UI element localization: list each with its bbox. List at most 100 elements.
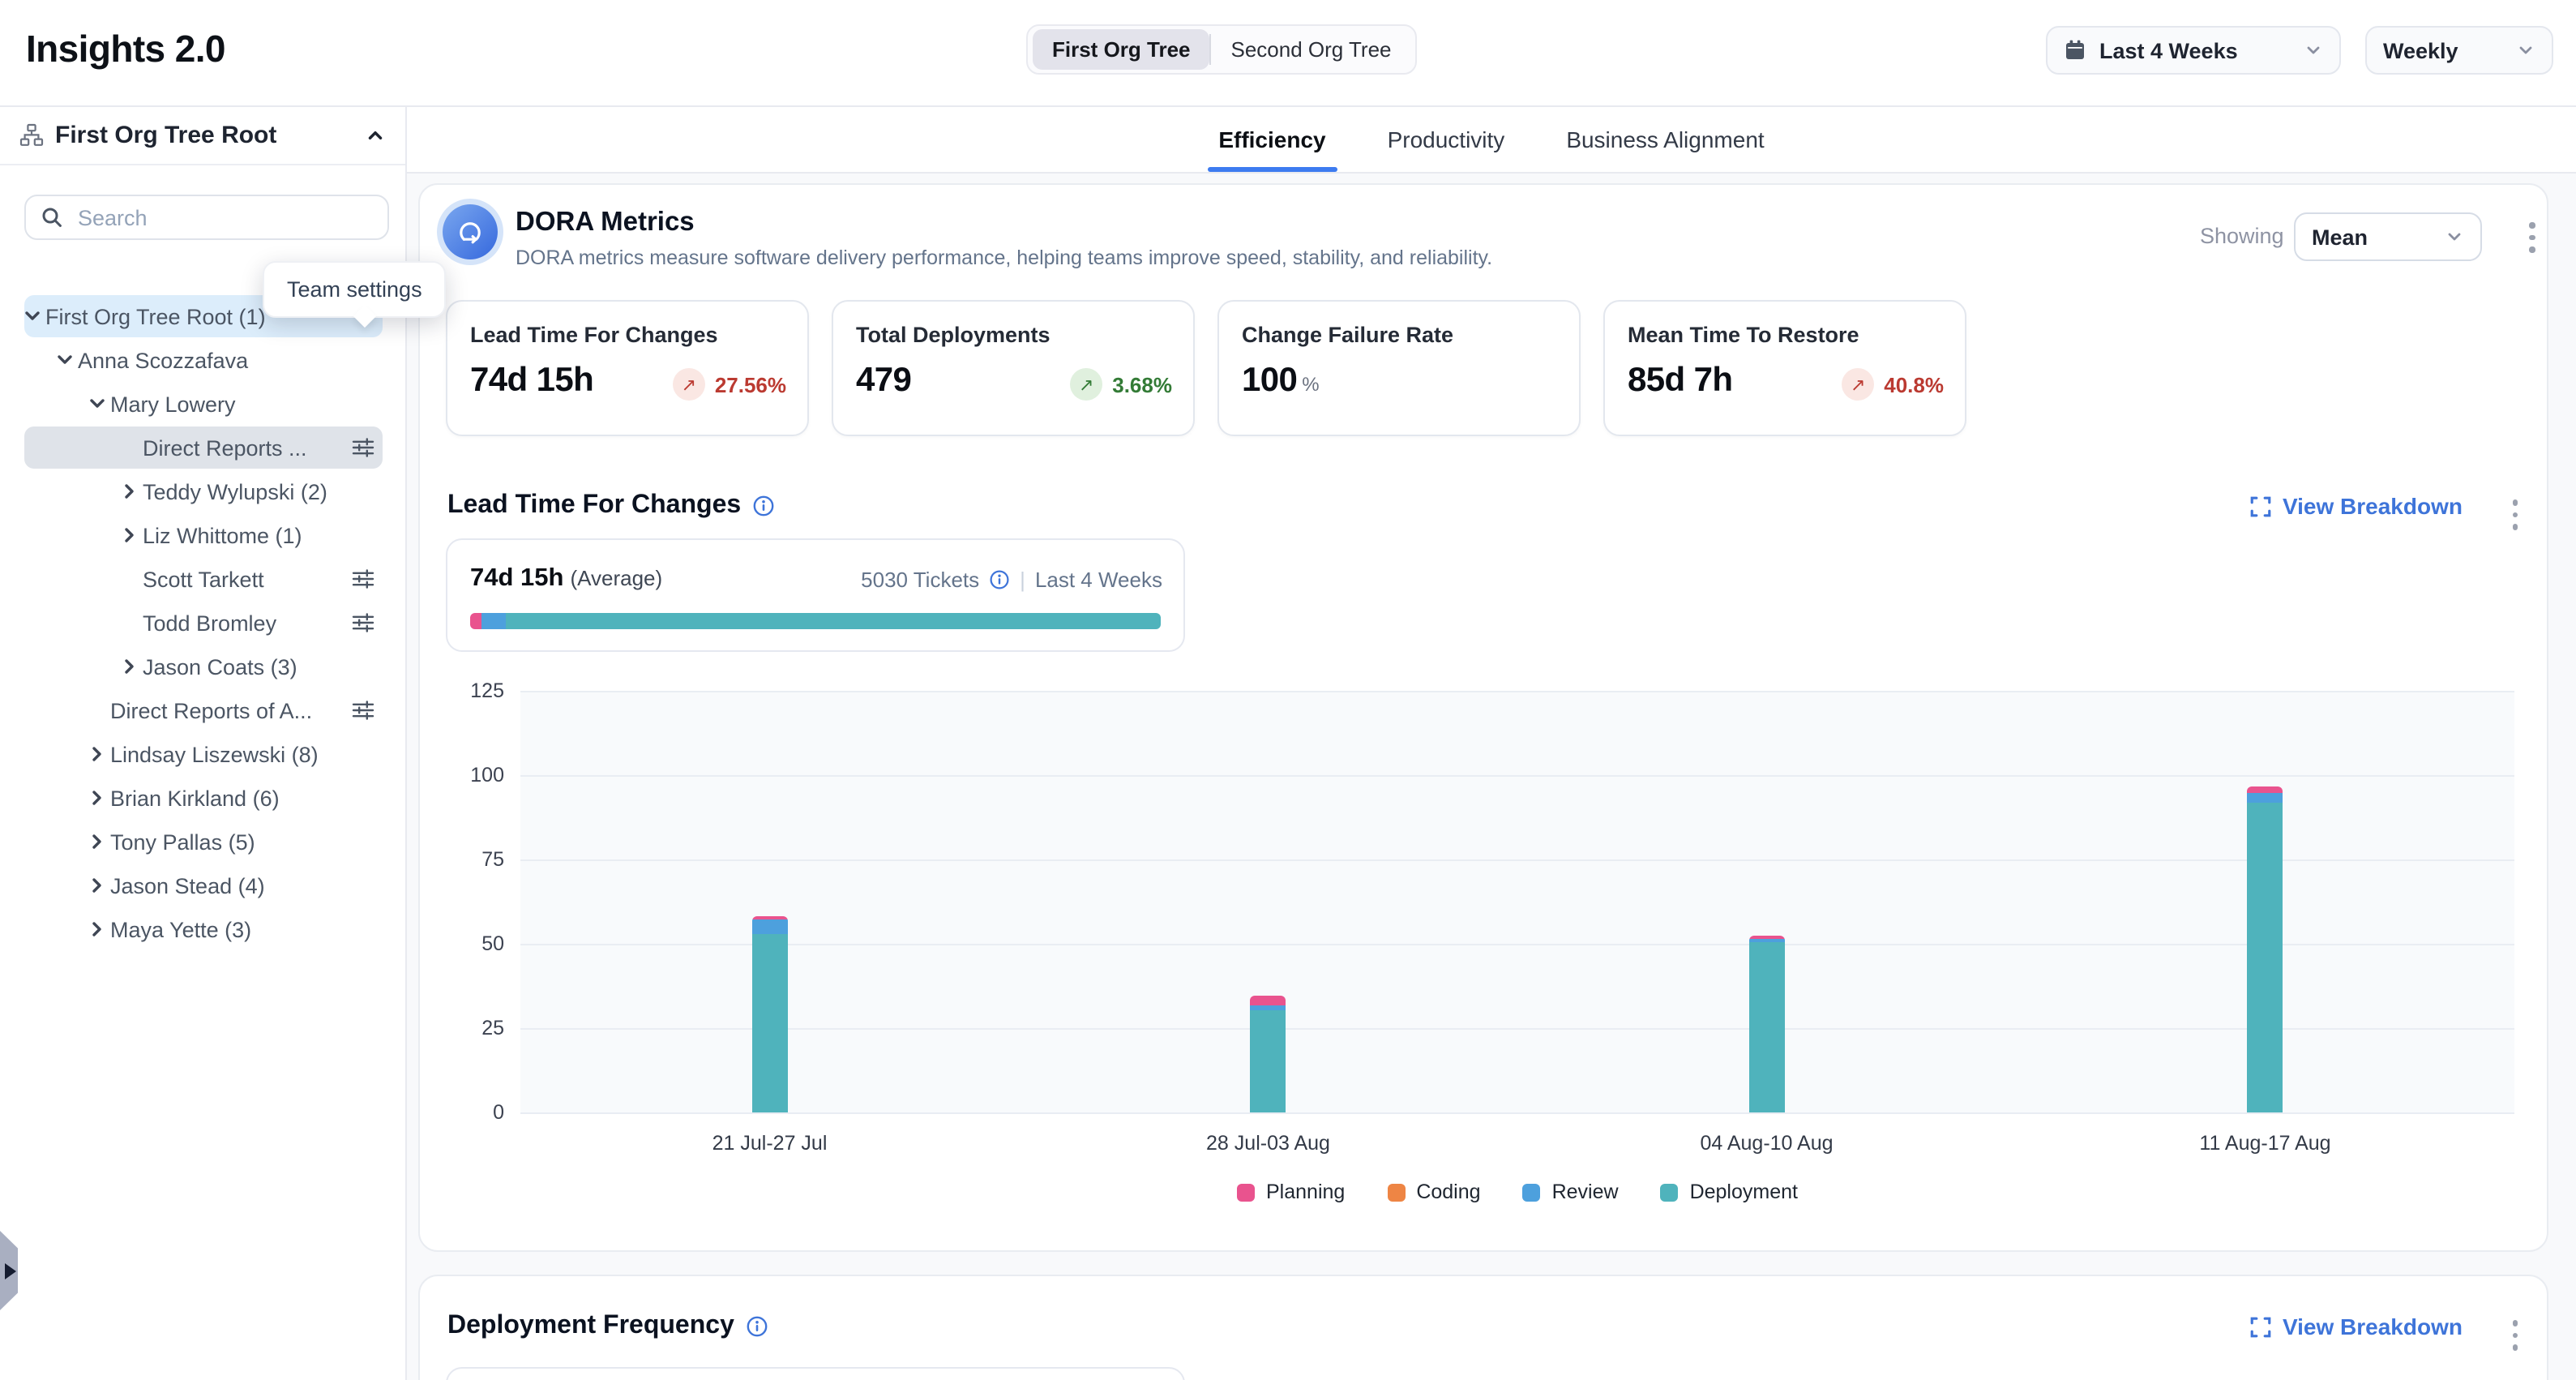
section-title-text: Lead Time For Changes [447,491,741,521]
chevron-right-icon[interactable] [118,480,141,503]
tree-item-direct-reports[interactable]: Direct Reports ... [0,426,405,470]
lead-time-chart [520,691,2514,1112]
chevron-right-icon[interactable] [86,918,109,941]
tree-item-label: Lindsay Liszewski (8) [110,742,319,766]
deployment-view-breakdown-button[interactable]: View Breakdown [2250,1314,2463,1339]
org-toggle-option-second-org-tree[interactable]: Second Org Tree [1212,29,1411,70]
tree-item-label: Scott Tarkett [143,567,264,591]
tickets-count: 5030 Tickets [861,568,979,592]
metric-card-change-failure-rate: Change Failure Rate100% [1217,300,1581,436]
chevron-right-icon[interactable] [86,874,109,897]
distribution-segment-deployment [506,613,1161,629]
tab-business-alignment[interactable]: Business Alignment [1566,105,1764,172]
org-tree-toggle[interactable]: First Org TreeSecond Org Tree [1026,24,1418,75]
tree-item-jason-coats-3[interactable]: Jason Coats (3) [0,645,405,689]
legend-item-deployment[interactable]: Deployment [1661,1181,1798,1203]
bar-segment-deployment [2248,802,2283,1112]
info-icon[interactable] [989,569,1010,590]
chevron-down-icon[interactable] [86,392,109,415]
metric-title: Mean Time To Restore [1628,323,1859,347]
tree-item-maya-yette-3[interactable]: Maya Yette (3) [0,908,405,952]
tree-item-scott-tarkett[interactable]: Scott Tarkett [0,558,405,602]
granularity-dropdown[interactable]: Weekly [2365,26,2553,75]
metric-card-total-deployments: Total Deployments479↗3.68% [832,300,1195,436]
legend-label: Planning [1266,1181,1345,1203]
bar-segment-review [752,920,788,934]
x-tick-label: 21 Jul-27 Jul [657,1132,884,1155]
stacked-bar-11-aug-17-aug[interactable] [2248,787,2283,1112]
tree-item-brian-kirkland-6[interactable]: Brian Kirkland (6) [0,777,405,821]
tree-item-label: Jason Stead (4) [110,873,265,898]
tab-efficiency[interactable]: Efficiency [1218,105,1325,172]
stacked-bar-28-jul-03-aug[interactable] [1251,996,1286,1112]
gridline [520,944,2514,945]
sidebar-header[interactable]: First Org Tree Root [0,105,405,165]
chevron-right-icon[interactable] [86,786,109,809]
divider: | [1020,568,1025,592]
tree-item-todd-bromley[interactable]: Todd Bromley [0,602,405,645]
main-content: DORA Metrics DORA metrics measure softwa… [407,172,2576,1380]
legend-item-review[interactable]: Review [1523,1181,1619,1203]
expand-corners-icon [2250,495,2271,516]
chevron-up-icon[interactable] [365,124,386,145]
lead-time-section-title: Lead Time For Changes [447,491,775,521]
tree-item-label: Todd Bromley [143,611,276,635]
tree-item-direct-reports-of-a[interactable]: Direct Reports of A... [0,689,405,733]
chart-legend: Planning Coding Review Deployment [520,1181,2514,1203]
org-toggle-option-first-org-tree[interactable]: First Org Tree [1033,29,1210,70]
metric-cards-row: Lead Time For Changes74d 15h↗27.56%Total… [420,300,2547,436]
tree-item-lindsay-liszewski-8[interactable]: Lindsay Liszewski (8) [0,733,405,777]
chevron-right-icon[interactable] [118,655,141,678]
team-settings-icon[interactable] [352,611,374,634]
bar-segment-review [2248,794,2283,802]
stacked-bar-21-jul-27-jul[interactable] [752,917,788,1112]
tree-item-label: Direct Reports of A... [110,698,312,722]
tree-item-anna-scozzafava[interactable]: Anna Scozzafava [0,339,405,383]
metric-title: Total Deployments [856,323,1051,347]
info-icon[interactable] [752,495,775,517]
y-tick-label: 75 [420,846,504,872]
gridline [520,1112,2514,1114]
tab-productivity[interactable]: Productivity [1388,105,1505,172]
deployment-menu-kebab-icon[interactable] [2509,1317,2521,1353]
tree-item-mary-lowery[interactable]: Mary Lowery [0,383,405,426]
tree-item-label: Tony Pallas (5) [110,829,255,854]
y-tick-label: 100 [420,762,504,788]
stacked-bar-04-aug-10-aug[interactable] [1749,936,1785,1112]
chevron-right-icon[interactable] [118,524,141,546]
team-settings-icon[interactable] [352,436,374,459]
info-icon[interactable] [746,1315,768,1338]
dora-metrics-section: DORA Metrics DORA metrics measure softwa… [418,183,2548,1252]
delta-percent: 3.68% [1112,372,1172,396]
legend-item-planning[interactable]: Planning [1237,1181,1345,1203]
chevron-down-icon[interactable] [21,305,44,328]
org-tree: First Org Tree Root (1)Anna ScozzafavaMa… [0,295,405,952]
search-box [24,195,389,240]
search-input[interactable] [75,204,373,231]
insights-dashboard: Insights 2.0 First Org TreeSecond Org Tr… [0,0,2576,1380]
lead-time-view-breakdown-button[interactable]: View Breakdown [2250,493,2463,519]
chevron-down-icon[interactable] [53,349,76,371]
dora-cycle-icon [443,204,498,259]
legend-item-coding[interactable]: Coding [1387,1181,1480,1203]
dora-menu-kebab-icon[interactable] [2526,219,2538,255]
team-settings-icon[interactable] [352,568,374,590]
sidebar-title: First Org Tree Root [55,121,353,148]
showing-mean-dropdown[interactable]: Mean [2294,212,2482,261]
tree-item-tony-pallas-5[interactable]: Tony Pallas (5) [0,821,405,864]
bar-segment-deployment [752,934,788,1112]
team-settings-icon[interactable] [352,699,374,722]
lead-time-summary-card: 74d 15h(Average) 5030 Tickets | Last 4 W… [446,538,1185,652]
distribution-segment-review [481,613,507,629]
date-range-dropdown[interactable]: Last 4 Weeks [2046,26,2341,75]
tree-item-label: First Org Tree Root (1) [45,304,266,328]
tree-item-liz-whittome-1[interactable]: Liz Whittome (1) [0,514,405,558]
chevron-right-icon[interactable] [86,743,109,765]
tree-item-jason-stead-4[interactable]: Jason Stead (4) [0,864,405,908]
top-bar: Insights 2.0 First Org TreeSecond Org Tr… [0,0,2576,107]
tree-item-teddy-wylupski-2[interactable]: Teddy Wylupski (2) [0,470,405,514]
metric-delta: ↗40.8% [1842,368,1944,401]
chevron-right-icon[interactable] [86,830,109,853]
metric-value: 479 [856,362,911,401]
lead-time-menu-kebab-icon[interactable] [2509,496,2521,533]
